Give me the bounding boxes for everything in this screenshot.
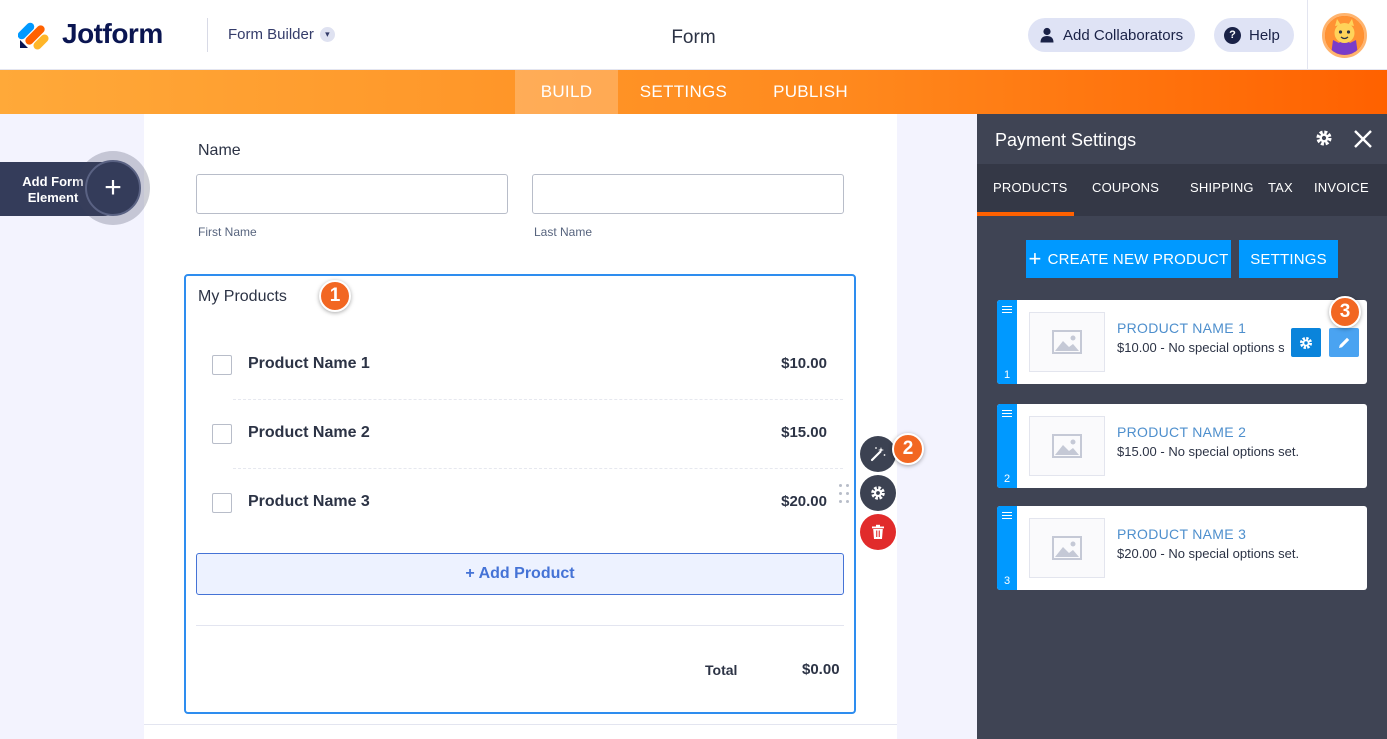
chevron-down-icon: ▾ [319,27,335,42]
panel-settings-button[interactable]: SETTINGS [1239,240,1338,278]
add-collaborators-button[interactable]: Add Collaborators [1028,18,1196,52]
header-divider [207,18,208,52]
help-label: Help [1249,26,1280,44]
tab-invoice[interactable]: INVOICE [1314,180,1369,195]
product-price: $20.00 [781,493,827,510]
product-card[interactable]: 3 PRODUCT NAME 3 $20.00 - No special opt… [997,506,1367,590]
product-card-description: $10.00 - No special options set. [1117,340,1284,355]
product-price: $10.00 [781,355,827,372]
product-card-number: 1 [1003,369,1011,381]
tab-shipping[interactable]: SHIPPING [1190,180,1254,195]
jotform-logo-icon [17,18,50,50]
active-tab-indicator [977,212,1074,216]
product-card[interactable]: 1 PRODUCT NAME 1 $10.00 - No special opt… [997,300,1367,384]
callout-badge-2: 2 [892,433,924,465]
plus-icon: + [1028,246,1042,271]
help-icon: ? [1224,26,1241,44]
tab-build[interactable]: BUILD [515,70,618,114]
callout-badge-1: 1 [319,280,351,312]
add-product-button[interactable]: + Add Product [196,553,844,595]
wand-icon[interactable] [860,436,896,472]
product-card-title: PRODUCT NAME 2 [1117,424,1247,440]
drag-handle-icon[interactable]: 1 [997,300,1017,384]
product-checkbox[interactable] [212,493,232,513]
product-name: Product Name 2 [248,424,370,441]
product-name: Product Name 3 [248,493,370,510]
create-new-product-label: CREATE NEW PRODUCT [1047,250,1229,268]
form-builder-label: Form Builder [228,26,314,43]
product-divider [233,399,843,400]
product-divider [233,468,843,469]
gear-icon[interactable] [1314,128,1334,148]
top-header: Jotform Form Builder ▾ Form Add Collabor… [0,0,1387,70]
avatar[interactable] [1322,13,1367,58]
first-name-input[interactable] [196,174,508,214]
tab-settings[interactable]: SETTINGS [632,70,735,114]
jotform-logo[interactable]: Jotform [17,18,163,50]
product-card-number: 3 [1003,575,1011,587]
product-card-title: PRODUCT NAME 3 [1117,526,1247,542]
builder-nav: BUILD SETTINGS PUBLISH [0,70,1387,114]
gear-icon[interactable] [1291,328,1321,357]
tab-publish[interactable]: PUBLISH [759,70,862,114]
product-checkbox[interactable] [212,424,232,444]
panel-title: Payment Settings [995,130,1137,150]
first-name-sublabel: First Name [198,225,257,239]
gear-icon[interactable] [860,475,896,511]
image-placeholder-icon [1029,312,1105,372]
add-collaborators-label: Add Collaborators [1063,26,1184,44]
product-card-number: 2 [1003,473,1011,485]
products-title[interactable]: My Products [198,288,287,306]
product-name: Product Name 1 [248,355,370,372]
plus-icon[interactable]: + [85,160,141,216]
drag-handle-icon[interactable] [839,484,851,504]
product-card-description: $15.00 - No special options set. [1117,444,1300,459]
image-placeholder-icon [1029,518,1105,578]
canvas-divider [144,724,897,725]
logo-text: Jotform [62,18,163,49]
image-placeholder-icon [1029,416,1105,476]
tab-products[interactable]: PRODUCTS [993,180,1068,195]
product-price: $15.00 [781,424,827,441]
pencil-icon[interactable] [1329,328,1359,357]
product-card[interactable]: 2 PRODUCT NAME 2 $15.00 - No special opt… [997,404,1367,488]
tab-tax[interactable]: TAX [1268,180,1293,195]
header-divider-right [1307,0,1308,70]
user-icon [1040,27,1054,43]
form-builder-dropdown[interactable]: Form Builder ▾ [228,26,335,43]
drag-handle-icon[interactable]: 2 [997,404,1017,488]
create-new-product-button[interactable]: + CREATE NEW PRODUCT [1026,240,1231,278]
help-button[interactable]: ? Help [1214,18,1294,52]
product-checkbox[interactable] [212,355,232,375]
total-value: $0.00 [802,661,840,678]
close-icon[interactable] [1353,129,1373,149]
product-card-title: PRODUCT NAME 1 [1117,320,1247,336]
trash-icon[interactable] [860,514,896,550]
tab-coupons[interactable]: COUPONS [1092,180,1159,195]
total-divider [196,625,844,626]
name-field-label: Name [198,142,241,159]
drag-handle-icon[interactable]: 3 [997,506,1017,590]
last-name-sublabel: Last Name [534,225,593,239]
last-name-input[interactable] [532,174,844,214]
callout-badge-3: 3 [1329,296,1361,328]
total-label: Total [705,662,738,678]
product-card-description: $20.00 - No special options set. [1117,546,1300,561]
